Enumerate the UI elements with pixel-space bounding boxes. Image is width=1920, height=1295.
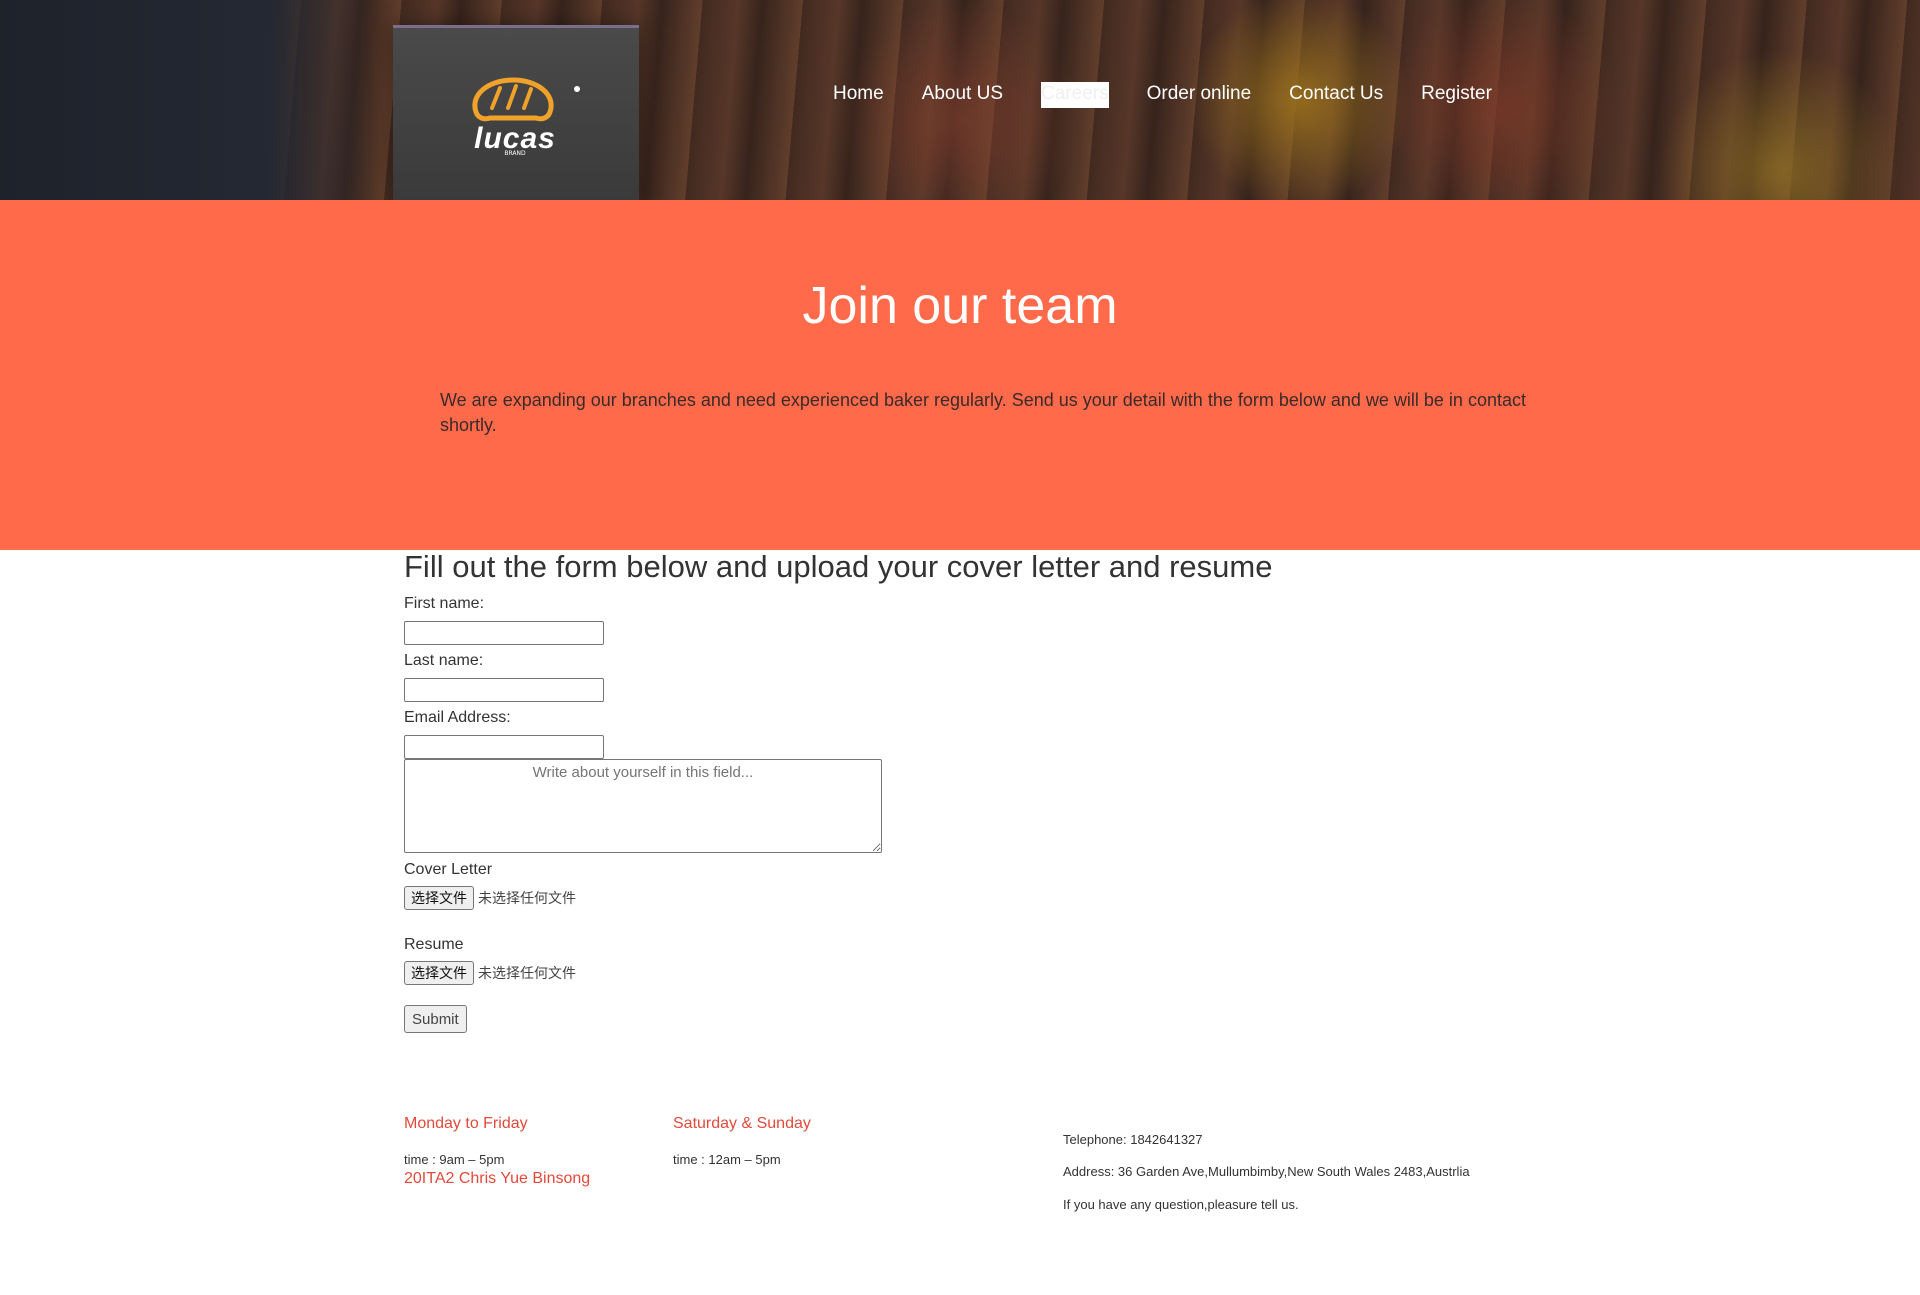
nav-item-about-us[interactable]: About US [922, 82, 1003, 108]
telephone: Telephone: 1842641327 [1063, 1132, 1203, 1147]
cover-letter-file-input: 选择文件 未选择任何文件 [404, 884, 1604, 912]
cover-letter-label: Cover Letter [404, 861, 493, 878]
weekend-heading: Saturday & Sunday [673, 1115, 811, 1132]
nav-item-order-online[interactable]: Order online [1147, 82, 1252, 108]
contact-question: If you have any question,pleasure tell u… [1063, 1197, 1299, 1212]
resume-label: Resume [404, 936, 464, 953]
first-name-label: First name: [404, 595, 485, 612]
resume-choose-file-button[interactable]: 选择文件 [404, 961, 474, 985]
brand-tagline: BRAND [504, 150, 526, 157]
email-field[interactable] [404, 735, 604, 759]
page-title: Join our team [802, 277, 1118, 335]
site-header: lucas BRAND Home About US Careers Order … [0, 0, 1920, 200]
resume-file-input: 选择文件 未选择任何文件 [404, 959, 1604, 987]
author-credit: 20ITA2 Chris Yue Binsong [404, 1170, 591, 1187]
nav-item-careers[interactable]: Careers [1041, 82, 1109, 108]
first-name-field[interactable] [404, 621, 604, 645]
application-form: Fill out the form below and upload your … [404, 548, 1604, 1033]
main-nav: Home About US Careers Order online Conta… [833, 82, 1530, 108]
cover-letter-file-status: 未选择任何文件 [478, 891, 576, 907]
address: Address: 36 Garden Ave,Mullumbimby,New S… [1063, 1164, 1470, 1179]
weekday-heading: Monday to Friday [404, 1115, 528, 1132]
last-name-field[interactable] [404, 678, 604, 702]
form-heading: Fill out the form below and upload your … [404, 549, 1273, 584]
email-label: Email Address: [404, 709, 511, 726]
hero-description: We are expanding our branches and need e… [440, 390, 1526, 435]
footer-weekend-hours: Saturday & Sunday time : 12am – 5pm [673, 1114, 811, 1168]
logo-dot [574, 86, 580, 92]
last-name-label: Last name: [404, 652, 484, 669]
footer-weekday-hours: Monday to Friday time : 9am – 5pm 20ITA2… [404, 1114, 590, 1189]
weekend-time: time : 12am – 5pm [673, 1152, 781, 1167]
nav-item-home[interactable]: Home [833, 82, 884, 108]
nav-item-contact-us[interactable]: Contact Us [1289, 82, 1383, 108]
resume-file-status: 未选择任何文件 [478, 966, 576, 982]
cover-letter-choose-file-button[interactable]: 选择文件 [404, 886, 474, 910]
hero-banner: Join our team We are expanding our branc… [0, 200, 1920, 550]
submit-button[interactable]: Submit [404, 1005, 467, 1033]
weekday-time: time : 9am – 5pm [404, 1152, 505, 1167]
footer-contact: Telephone: 1842641327 Address: 36 Garden… [1063, 1132, 1470, 1213]
nav-item-register[interactable]: Register [1421, 82, 1492, 108]
about-yourself-textarea[interactable] [404, 759, 882, 853]
logo-card[interactable]: lucas BRAND [393, 25, 639, 200]
